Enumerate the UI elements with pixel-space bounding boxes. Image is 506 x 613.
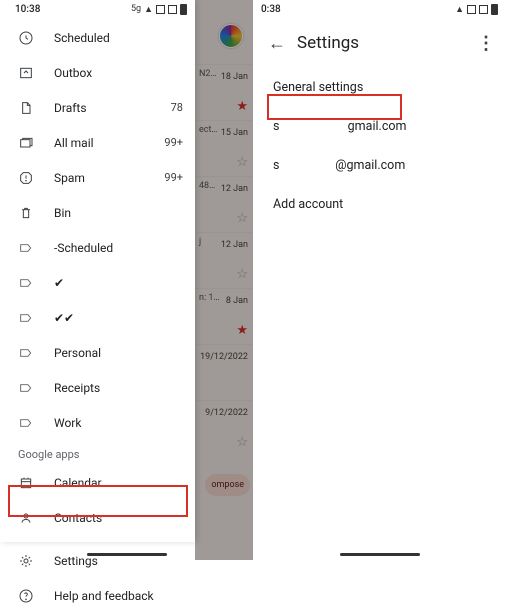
label-icon	[18, 415, 34, 431]
drawer-item-contacts[interactable]: Contacts	[0, 500, 195, 535]
drawer-item-scheduled[interactable]: Scheduled	[0, 20, 195, 55]
outbox-icon	[18, 65, 34, 81]
section-header-google-apps: Google apps	[0, 440, 195, 465]
star-outline-icon[interactable]: ☆	[236, 211, 248, 226]
settings-row-general[interactable]: General settings	[253, 68, 506, 107]
drawer-item-outbox[interactable]: Outbox	[0, 55, 195, 90]
clock: 10:38	[15, 4, 40, 15]
picture-icon	[479, 5, 488, 14]
drawer-item-label-doublecheck[interactable]: ✔✔	[0, 300, 195, 335]
settings-row-account-2[interactable]: s @gmail.com	[253, 146, 506, 185]
back-button[interactable]: ←	[261, 33, 293, 54]
label-icon	[18, 380, 34, 396]
spam-icon	[18, 170, 34, 186]
left-phone-screen: 18 JanN2…★ 15 Janect…☆ 12 Jan48…☆ 12 Jan…	[0, 0, 253, 560]
drawer-item-all-mail[interactable]: All mail99+	[0, 125, 195, 160]
status-bar: 10:38 5g ▲	[0, 0, 195, 18]
clock: 0:38	[261, 4, 281, 15]
calendar-icon	[18, 475, 34, 491]
compose-button[interactable]: ompose	[205, 474, 250, 496]
label-icon	[18, 345, 34, 361]
drawer-item-settings[interactable]: Settings	[0, 543, 195, 578]
status-icons: 5g ▲	[131, 4, 187, 15]
battery-icon	[491, 4, 498, 15]
drawer-item-label-work[interactable]: Work	[0, 405, 195, 440]
mail-date: 8 Jan	[226, 296, 248, 306]
settings-row-account-1[interactable]: s gmail.com	[253, 107, 506, 146]
star-icon[interactable]: ★	[236, 99, 248, 114]
drawer-item-spam[interactable]: Spam99+	[0, 160, 195, 195]
mail-date: 9/12/2022	[205, 408, 248, 418]
drawer-item-bin[interactable]: Bin	[0, 195, 195, 230]
settings-row-add-account[interactable]: Add account	[253, 185, 506, 224]
star-icon[interactable]: ★	[236, 323, 248, 338]
help-icon	[18, 588, 34, 604]
drawer-item-label-personal[interactable]: Personal	[0, 335, 195, 370]
bin-icon	[18, 205, 34, 221]
more-button[interactable]: ⋮	[474, 33, 498, 54]
drawer-item-label-scheduled[interactable]: -Scheduled	[0, 230, 195, 265]
star-outline-icon[interactable]: ☆	[236, 267, 248, 282]
home-indicator[interactable]	[340, 553, 420, 556]
drawer-list: Scheduled Outbox Drafts78 All mail99+ Sp…	[0, 18, 195, 613]
drawer-item-calendar[interactable]: Calendar	[0, 465, 195, 500]
star-outline-icon[interactable]: ☆	[236, 435, 248, 450]
drawer-item-label-check[interactable]: ✔	[0, 265, 195, 300]
status-bar: 0:38 ▲	[253, 0, 506, 18]
all-mail-icon	[18, 135, 34, 151]
mail-date: 18 Jan	[221, 72, 248, 82]
wifi-icon: ▲	[455, 4, 464, 15]
mail-date: 12 Jan	[221, 184, 248, 194]
star-outline-icon[interactable]: ☆	[236, 155, 248, 170]
picture-icon	[156, 5, 165, 14]
right-phone-screen: 0:38 ▲ ← Settings ⋮ General settings s g…	[253, 0, 506, 560]
drawer-item-label-receipts[interactable]: Receipts	[0, 370, 195, 405]
status-icons: ▲	[455, 4, 498, 15]
schedule-icon	[18, 30, 34, 46]
drafts-icon	[18, 100, 34, 116]
inbox-background: 18 JanN2…★ 15 Janect…☆ 12 Jan48…☆ 12 Jan…	[195, 0, 253, 560]
picture-icon	[467, 5, 476, 14]
picture-icon	[168, 5, 177, 14]
settings-icon	[18, 553, 34, 569]
label-icon	[18, 310, 34, 326]
battery-icon	[180, 4, 187, 15]
navigation-drawer: 10:38 5g ▲ Scheduled Outbox Drafts78 All…	[0, 0, 195, 542]
avatar[interactable]	[219, 24, 243, 48]
drawer-item-drafts[interactable]: Drafts78	[0, 90, 195, 125]
home-indicator[interactable]	[87, 553, 167, 556]
mail-date: 15 Jan	[221, 128, 248, 138]
page-title: Settings	[293, 33, 474, 53]
contacts-icon	[18, 510, 34, 526]
settings-app-bar: ← Settings ⋮	[253, 18, 506, 68]
mail-date: 19/12/2022	[200, 352, 248, 362]
wifi-icon: ▲	[144, 4, 153, 15]
mail-date: 12 Jan	[221, 240, 248, 250]
drawer-item-help[interactable]: Help and feedback	[0, 578, 195, 613]
label-icon	[18, 275, 34, 291]
label-icon	[18, 240, 34, 256]
